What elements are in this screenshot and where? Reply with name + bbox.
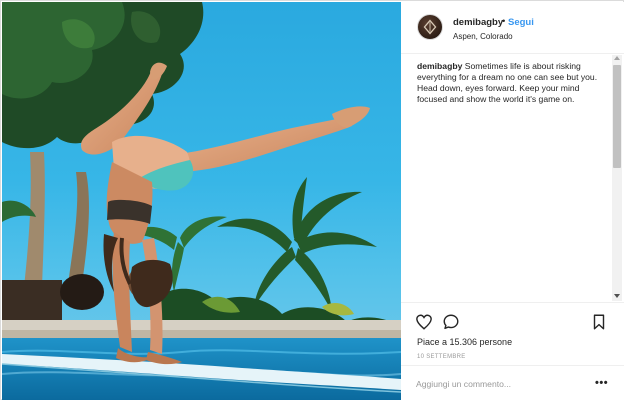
- bookmark-icon: [593, 314, 605, 330]
- post-header: demibagby • Segui Aspen, Colorado: [401, 2, 624, 54]
- caption-author-link[interactable]: demibagby: [417, 61, 462, 71]
- post-photo[interactable]: [2, 2, 401, 400]
- separator-dot: •: [502, 16, 506, 27]
- post-date[interactable]: 10 SETTEMBRE: [417, 354, 466, 360]
- save-button[interactable]: [591, 313, 607, 331]
- like-button[interactable]: [415, 313, 433, 331]
- comment-button[interactable]: [442, 313, 460, 331]
- instagram-post: demibagby • Segui Aspen, Colorado demiba…: [0, 0, 624, 400]
- scroll-down-arrow-icon[interactable]: [614, 294, 620, 298]
- avatar-logo-icon: [423, 19, 437, 35]
- more-options-button[interactable]: •••: [595, 377, 608, 389]
- user-avatar[interactable]: [417, 14, 443, 40]
- heart-icon: [416, 314, 432, 330]
- comments-scrollbar[interactable]: [612, 55, 622, 301]
- location-link[interactable]: Aspen, Colorado: [453, 32, 513, 41]
- post-actions: Piace a 15.306 persone 10 SETTEMBRE •••: [401, 302, 624, 400]
- follow-button[interactable]: Segui: [508, 17, 534, 28]
- likes-count[interactable]: Piace a 15.306 persone: [417, 337, 512, 347]
- photo-scene: [2, 2, 401, 400]
- scroll-up-arrow-icon[interactable]: [614, 56, 620, 60]
- username-link[interactable]: demibagby: [453, 17, 503, 28]
- comments-area: demibagby Sometimes life is about riskin…: [401, 55, 624, 301]
- scrollbar-thumb[interactable]: [613, 65, 621, 168]
- speech-bubble-icon: [443, 314, 459, 330]
- add-comment-row: •••: [401, 365, 624, 400]
- comment-input[interactable]: [416, 376, 586, 392]
- post-sidebar: demibagby • Segui Aspen, Colorado demiba…: [401, 2, 624, 400]
- post-caption: demibagby Sometimes life is about riskin…: [417, 61, 599, 105]
